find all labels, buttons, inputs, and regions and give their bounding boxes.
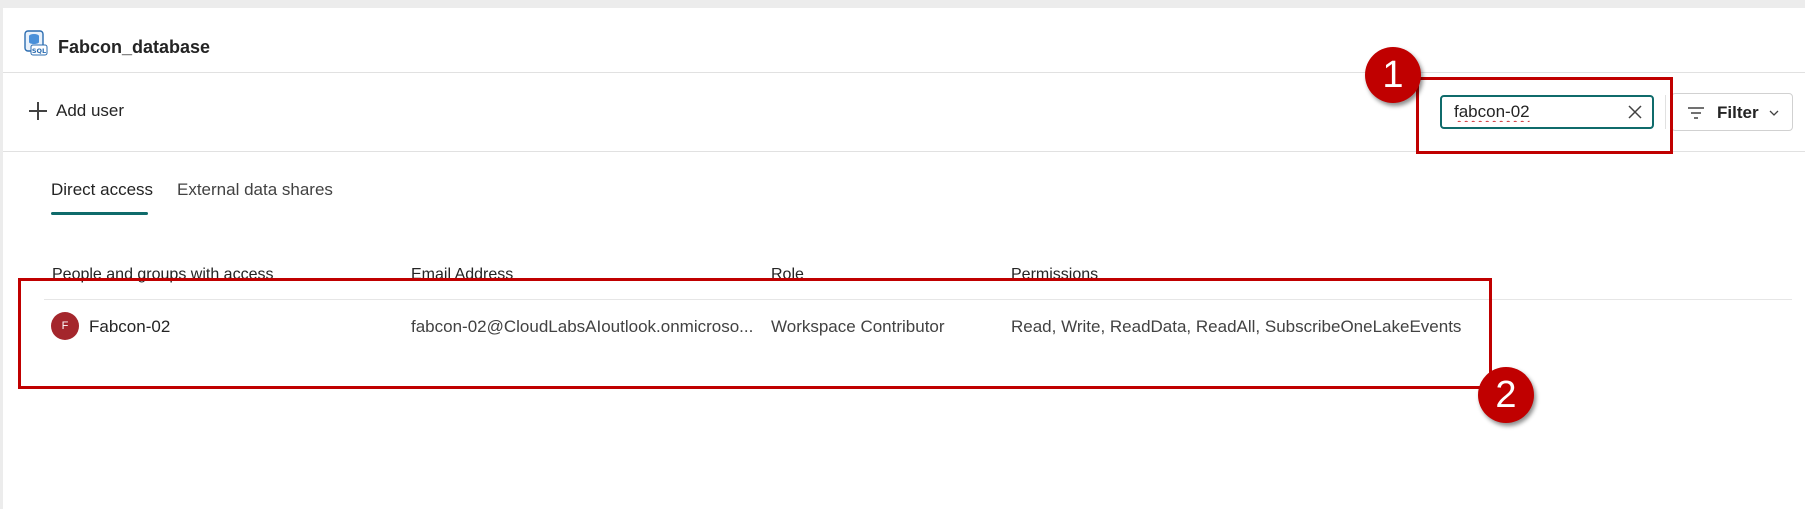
callout-highlight-search <box>1416 77 1673 154</box>
database-title: Fabcon_database <box>58 37 211 57</box>
window-frame-top <box>0 0 1805 8</box>
tab-direct-access[interactable]: Direct access <box>51 180 153 200</box>
selected-tab-indicator <box>51 212 148 215</box>
filter-icon <box>1688 107 1704 119</box>
chevron-down-icon <box>1769 110 1779 116</box>
plus-icon <box>28 101 48 121</box>
step-badge-2: 2 <box>1478 367 1534 423</box>
sql-database-icon: SQL <box>24 30 48 56</box>
title-bar: SQL Fabcon_database <box>3 8 1805 73</box>
add-user-button[interactable]: Add user <box>28 101 124 121</box>
callout-highlight-row <box>18 278 1492 389</box>
add-user-label: Add user <box>56 101 125 120</box>
filter-label: Filter <box>1717 103 1759 122</box>
svg-text:SQL: SQL <box>32 47 46 55</box>
filter-button[interactable]: Filter <box>1671 93 1793 131</box>
step-badge-1: 1 <box>1365 47 1421 103</box>
tab-external-data-shares[interactable]: External data shares <box>177 180 333 200</box>
